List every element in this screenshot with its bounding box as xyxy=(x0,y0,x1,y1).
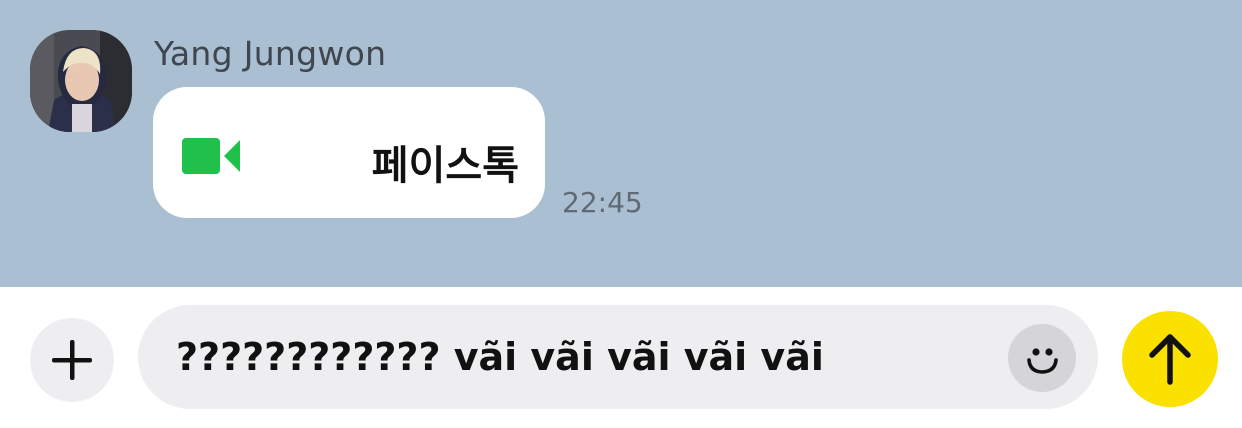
avatar[interactable] xyxy=(30,30,132,132)
facetime-label: 페이스톡 xyxy=(371,143,519,189)
video-camera-icon xyxy=(182,138,240,174)
send-button[interactable] xyxy=(1122,311,1218,407)
message-timestamp: 22:45 xyxy=(562,186,643,219)
add-attachment-button[interactable] xyxy=(30,318,114,402)
plus-icon xyxy=(52,340,92,380)
message-composer: ???????????? vãi vãi vãi vãi vãi xyxy=(0,287,1242,428)
smiley-icon xyxy=(1027,348,1058,374)
emoji-button[interactable] xyxy=(1008,324,1076,392)
message-input[interactable]: ???????????? vãi vãi vãi vãi vãi xyxy=(138,305,1098,409)
arrow-up-icon xyxy=(1149,334,1191,385)
message-input-value: ???????????? vãi vãi vãi vãi vãi xyxy=(176,335,824,379)
chat-area: Yang Jungwon 페이스톡 22:45 xyxy=(0,0,1242,287)
sender-name: Yang Jungwon xyxy=(154,34,387,73)
facetime-message-bubble[interactable]: 페이스톡 xyxy=(153,87,545,218)
